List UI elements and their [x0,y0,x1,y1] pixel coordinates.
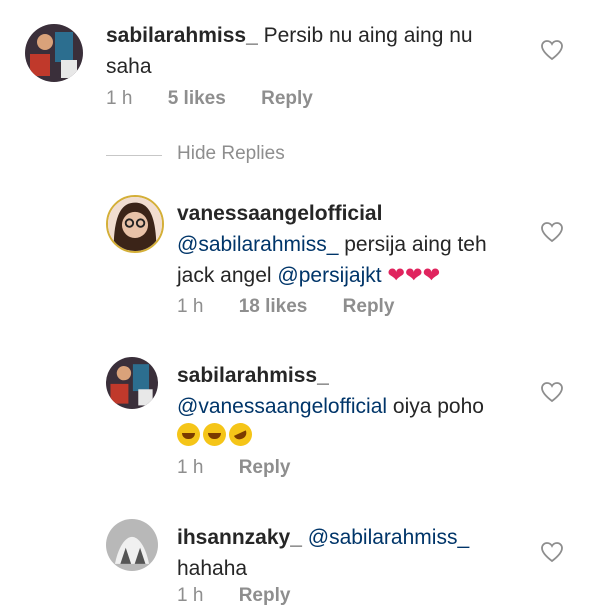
avatar-sabilarahmiss[interactable] [25,24,83,82]
reply-likes[interactable]: 18 likes [239,296,308,317]
reply-time: 1 h [177,457,204,478]
avatar-image [106,357,158,409]
reply-meta: 1 h Reply [177,457,320,479]
avatar-image [108,197,162,251]
reply-time: 1 h [177,296,204,317]
reply-mention[interactable]: @sabilarahmiss_ [308,526,469,549]
reply-text-b: hahaha [177,557,248,580]
laughing-emoji-icon [203,423,226,446]
avatar-ihsannzaky[interactable] [106,519,158,571]
reply-username[interactable]: vanessaangelofficial [177,202,382,225]
reply-meta: 1 h Reply [177,585,320,607]
comment-username[interactable]: sabilarahmiss_ [106,24,258,47]
rolling-laughing-emoji-icon [225,419,256,450]
reply-button[interactable]: Reply [343,296,395,317]
reply-meta: 1 h 18 likes Reply [177,296,424,318]
comment-body: sabilarahmiss_ Persib nu aing aing nu sa… [106,20,526,82]
comment-meta: 1 h 5 likes Reply [106,88,343,110]
reply-mention[interactable]: @vanessaangelofficial [177,395,387,418]
avatar-sabilarahmiss[interactable] [106,357,158,409]
reply-time: 1 h [177,585,204,606]
reply-button[interactable]: Reply [239,457,291,478]
heart-outline-icon[interactable] [540,541,564,563]
reply-body: sabilarahmiss_ @vanessaangelofficial oiy… [177,360,537,422]
reply-body: vanessaangelofficial @sabilarahmiss_ per… [177,198,537,291]
reply-username[interactable]: sabilarahmiss_ [177,364,329,387]
comment-time: 1 h [106,88,133,109]
comment-likes[interactable]: 5 likes [168,88,226,109]
reply-username[interactable]: ihsannzaky_ [177,526,302,549]
heart-outline-icon[interactable] [540,381,564,403]
comment-text-line2: saha [106,55,152,78]
reply-button[interactable]: Reply [261,88,313,109]
heart-outline-icon[interactable] [540,39,564,61]
reply-text-b: jack angel [177,264,278,287]
reply-text-a: oiya poho [387,395,484,418]
heart-outline-icon[interactable] [540,221,564,243]
reply-mention[interactable]: @sabilarahmiss_ [177,233,338,256]
reply-text-a: persija aing teh [338,233,487,256]
avatar-image [106,519,158,571]
avatar-vanessaangelofficial[interactable] [106,195,164,253]
avatar-image [25,24,83,82]
comment-text-line1: Persib nu aing aing nu [263,24,473,47]
reply-body: ihsannzaky_ @sabilarahmiss_ hahaha [177,522,537,584]
hide-replies-divider [106,155,162,156]
laughing-emoji-icon [177,423,200,446]
laughing-emojis [177,419,256,450]
red-hearts-emoji: ❤❤❤ [381,264,441,287]
reply-mention-2[interactable]: @persijajkt [277,264,381,287]
hide-replies-button[interactable]: Hide Replies [177,143,285,165]
reply-button[interactable]: Reply [239,585,291,606]
